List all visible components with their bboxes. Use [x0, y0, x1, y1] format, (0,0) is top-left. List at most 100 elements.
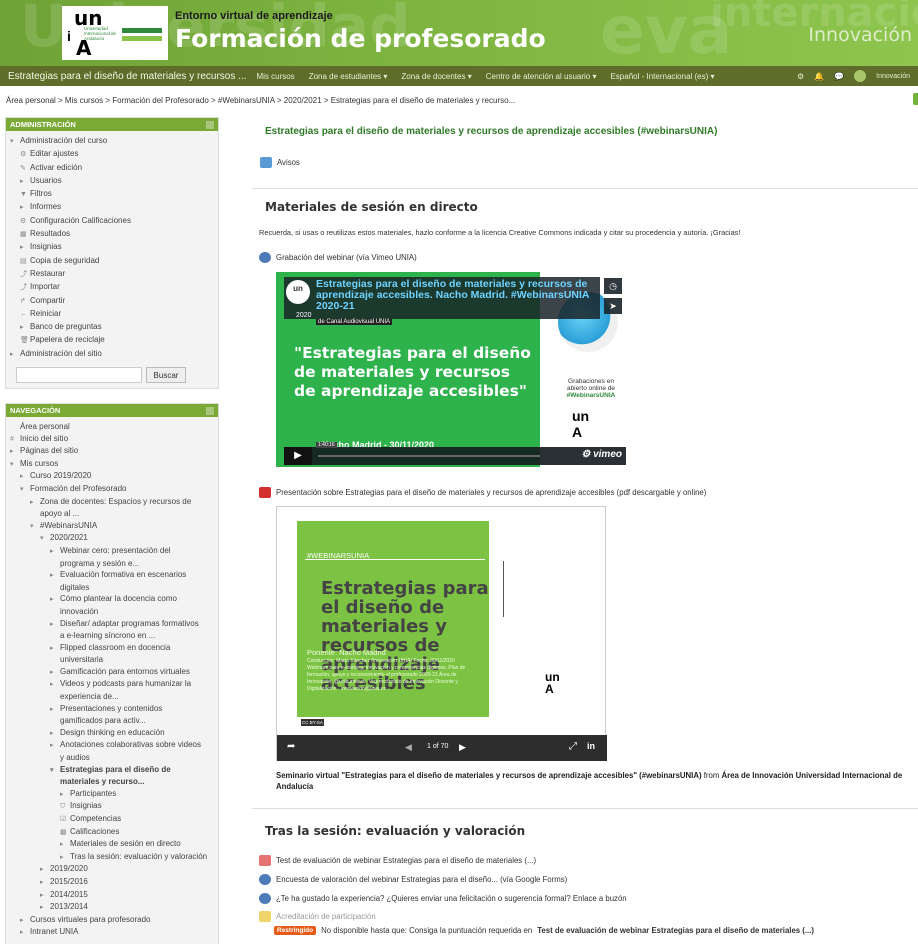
share-icon[interactable]: ➤	[604, 298, 622, 314]
vimeo-player[interactable]: un Estrategias para el diseño de materia…	[276, 272, 626, 467]
tree-item[interactable]: universitaria	[10, 654, 214, 666]
tree-item[interactable]: ▸ Intranet UNIA	[10, 926, 214, 939]
tree-item[interactable]: ▸ Administración del sitio	[10, 348, 214, 361]
tree-item[interactable]: ▸ Materiales de sesión en directo	[10, 838, 214, 851]
tree-item[interactable]: ▸ Insignias	[10, 241, 214, 254]
play-button[interactable]: ▶	[284, 447, 312, 465]
settings-icon[interactable]: ⚙	[797, 72, 804, 81]
fullscreen-icon[interactable]: ⤢	[569, 741, 577, 752]
watch-later-icon[interactable]: ◷	[604, 278, 622, 294]
tree-item[interactable]: digitales	[10, 582, 214, 594]
tree-item[interactable]: ☑ Competencias	[10, 813, 214, 826]
tree-item[interactable]: ▸ Zona de docentes: Espacios y recursos d…	[10, 496, 214, 509]
tree-item[interactable]: ▾ Administración del curso	[10, 135, 214, 148]
tree-item[interactable]: a e-learning síncrono en ...	[10, 630, 214, 642]
video-title[interactable]: Estrategias para el diseño de materiales…	[316, 279, 596, 312]
tree-item[interactable]: ▾ 2020/2021	[10, 532, 214, 545]
navbar-menu-item[interactable]: Centro de atención al usuario ▾	[486, 72, 597, 81]
tree-item[interactable]: ⛉ Insignias	[10, 800, 214, 813]
prev-slide-icon[interactable]: ◀	[405, 742, 412, 753]
tree-item[interactable]: ⚙ Editar ajustes	[10, 148, 214, 161]
tree-item[interactable]: ▸ Gamificación para entornos virtuales	[10, 666, 214, 679]
tree-item[interactable]: ▸ 2013/2014	[10, 901, 214, 914]
edit-toggle-button[interactable]	[913, 93, 918, 105]
tree-item[interactable]: ▾ Mis cursos	[10, 458, 214, 471]
quiz-link[interactable]: Test de evaluación de webinar Estrategia…	[259, 855, 536, 866]
tree-item[interactable]: materiales y recurso...	[10, 776, 214, 788]
navbar-menu-item[interactable]: Zona de estudiantes ▾	[309, 72, 388, 81]
share-icon[interactable]: ➦	[287, 741, 295, 752]
tree-item[interactable]: ▸ Páginas del sitio	[10, 445, 214, 458]
tree-item[interactable]: ✎ Activar edición	[10, 162, 214, 175]
tree-item[interactable]: ▸ Webinar cero: presentación del	[10, 545, 214, 558]
tree-item[interactable]: ▸ Diseñar/ adaptar programas formativos	[10, 618, 214, 631]
navbar-menu-item[interactable]: Español - Internacional (es) ▾	[610, 72, 714, 81]
admin-search-input[interactable]	[16, 367, 142, 384]
tree-item[interactable]: ← Reiniciar	[10, 308, 214, 321]
navbar-menu-item[interactable]: Mis cursos	[256, 72, 294, 81]
block-collapse-icon[interactable]	[206, 406, 214, 415]
tree-item[interactable]: ▸ Tras la sesión: evaluación y valoración	[10, 851, 214, 864]
restriction-quiz-link[interactable]: Test de evaluación de webinar Estrategia…	[537, 926, 814, 935]
tree-item[interactable]: ⚙ Configuración Calificaciones	[10, 215, 214, 228]
tree-item[interactable]: ▸ Anotaciones colaborativas sobre videos	[10, 739, 214, 752]
tree-item[interactable]: ▸ Banco de preguntas	[10, 321, 214, 334]
tree-item[interactable]: ▸ 2014/2015	[10, 889, 214, 902]
announcements-link[interactable]: Avisos	[260, 157, 300, 168]
tree-item[interactable]: ▸ Participantes	[10, 788, 214, 801]
vimeo-logo[interactable]: ⚙ vimeo	[581, 449, 622, 460]
survey-link[interactable]: Encuesta de valoración del webinar Estra…	[259, 874, 567, 885]
tree-item[interactable]: ▸ Videos y podcasts para humanizar la	[10, 678, 214, 691]
feedback-link[interactable]: ¿Te ha gustado la experiencia? ¿Quieres …	[259, 893, 627, 904]
pdf-link[interactable]: Presentación sobre Estrategias para el d…	[259, 487, 706, 498]
avatar[interactable]	[854, 70, 867, 82]
navbar-menu-item[interactable]: Zona de docentes ▾	[401, 72, 471, 81]
recording-link[interactable]: Grabación del webinar (vía Vimeo UNIA)	[259, 252, 417, 263]
tree-item[interactable]: ▾ Estrategias para el diseño de	[10, 764, 214, 777]
tree-item[interactable]: programa y sesión e...	[10, 558, 214, 570]
breadcrumb[interactable]: Área personal > Mis cursos > Formación d…	[6, 96, 515, 105]
tree-item[interactable]: experiencia de...	[10, 691, 214, 703]
tree-item[interactable]: ▸ Evaluación formativa en escenarios	[10, 569, 214, 582]
user-name[interactable]: Innovación	[876, 73, 910, 80]
tree-item[interactable]: ▸ Design thinking en educación	[10, 727, 214, 740]
block-collapse-icon[interactable]	[206, 120, 214, 129]
tree-item[interactable]: ⤴ Importar	[10, 281, 214, 294]
tree-item[interactable]: ▸ Curso 2019/2020	[10, 470, 214, 483]
tree-item[interactable]: # Inicio del sitio	[10, 433, 214, 446]
tree-item[interactable]: ▤ Copia de seguridad	[10, 255, 214, 268]
tree-item[interactable]: ▸ Informes	[10, 201, 214, 214]
search-button[interactable]: Buscar	[146, 367, 186, 384]
slideshare-embed[interactable]: #WEBINARSUNIA Estrategias para el diseño…	[276, 506, 607, 761]
tree-item[interactable]: ▾ #WebinarsUNIA	[10, 520, 214, 533]
tree-item[interactable]: ▼ Filtros	[10, 188, 214, 201]
tree-item[interactable]: ⤴ Restaurar	[10, 268, 214, 281]
tree-item[interactable]: ▸ Cómo plantear la docencia como	[10, 593, 214, 606]
tree-item[interactable]: ▸ 2015/2016	[10, 876, 214, 889]
navbar-site-name[interactable]: Estrategias para el diseño de materiales…	[0, 71, 246, 82]
video-progress-bar[interactable]	[318, 455, 540, 457]
tree-item[interactable]: 🗑Papelera de reciclaje	[10, 334, 214, 347]
video-channel[interactable]: de Canal Audiovisual UNIA	[316, 319, 393, 325]
channel-avatar[interactable]: un	[286, 280, 310, 304]
bell-icon[interactable]: 🔔	[814, 72, 824, 81]
chat-icon[interactable]: 💬	[834, 72, 844, 81]
tree-item[interactable]: ▦ Calificaciones	[10, 826, 214, 839]
tree-item[interactable]: ↱ Compartir	[10, 295, 214, 308]
tree-item[interactable]: ▸ Usuarios	[10, 175, 214, 188]
tree-item[interactable]: ▸ Flipped classroom en docencia	[10, 642, 214, 655]
tree-item[interactable]: ▦ Resultados	[10, 228, 214, 241]
caption-link[interactable]: Seminario virtual "Estrategias para el d…	[276, 771, 702, 780]
tree-item[interactable]: ▸ Presentaciones y contenidos	[10, 703, 214, 716]
tree-item[interactable]: ▾ Formación del Profesorado	[10, 483, 214, 496]
tree-item[interactable]: Área personal	[10, 421, 214, 433]
linkedin-icon[interactable]: in	[587, 741, 595, 751]
next-slide-icon[interactable]: ▶	[459, 742, 466, 753]
tree-item[interactable]: apoyo al ...	[10, 508, 214, 520]
unia-logo[interactable]: un i Universidad Internacional de Andalu…	[62, 6, 168, 60]
tree-item[interactable]: innovación	[10, 606, 214, 618]
tree-item[interactable]: y audios	[10, 752, 214, 764]
tree-item[interactable]: gamificados para activ...	[10, 715, 214, 727]
tree-item[interactable]: ▸ Cursos virtuales para profesorado	[10, 914, 214, 927]
tree-item[interactable]: ▸ 2019/2020	[10, 863, 214, 876]
